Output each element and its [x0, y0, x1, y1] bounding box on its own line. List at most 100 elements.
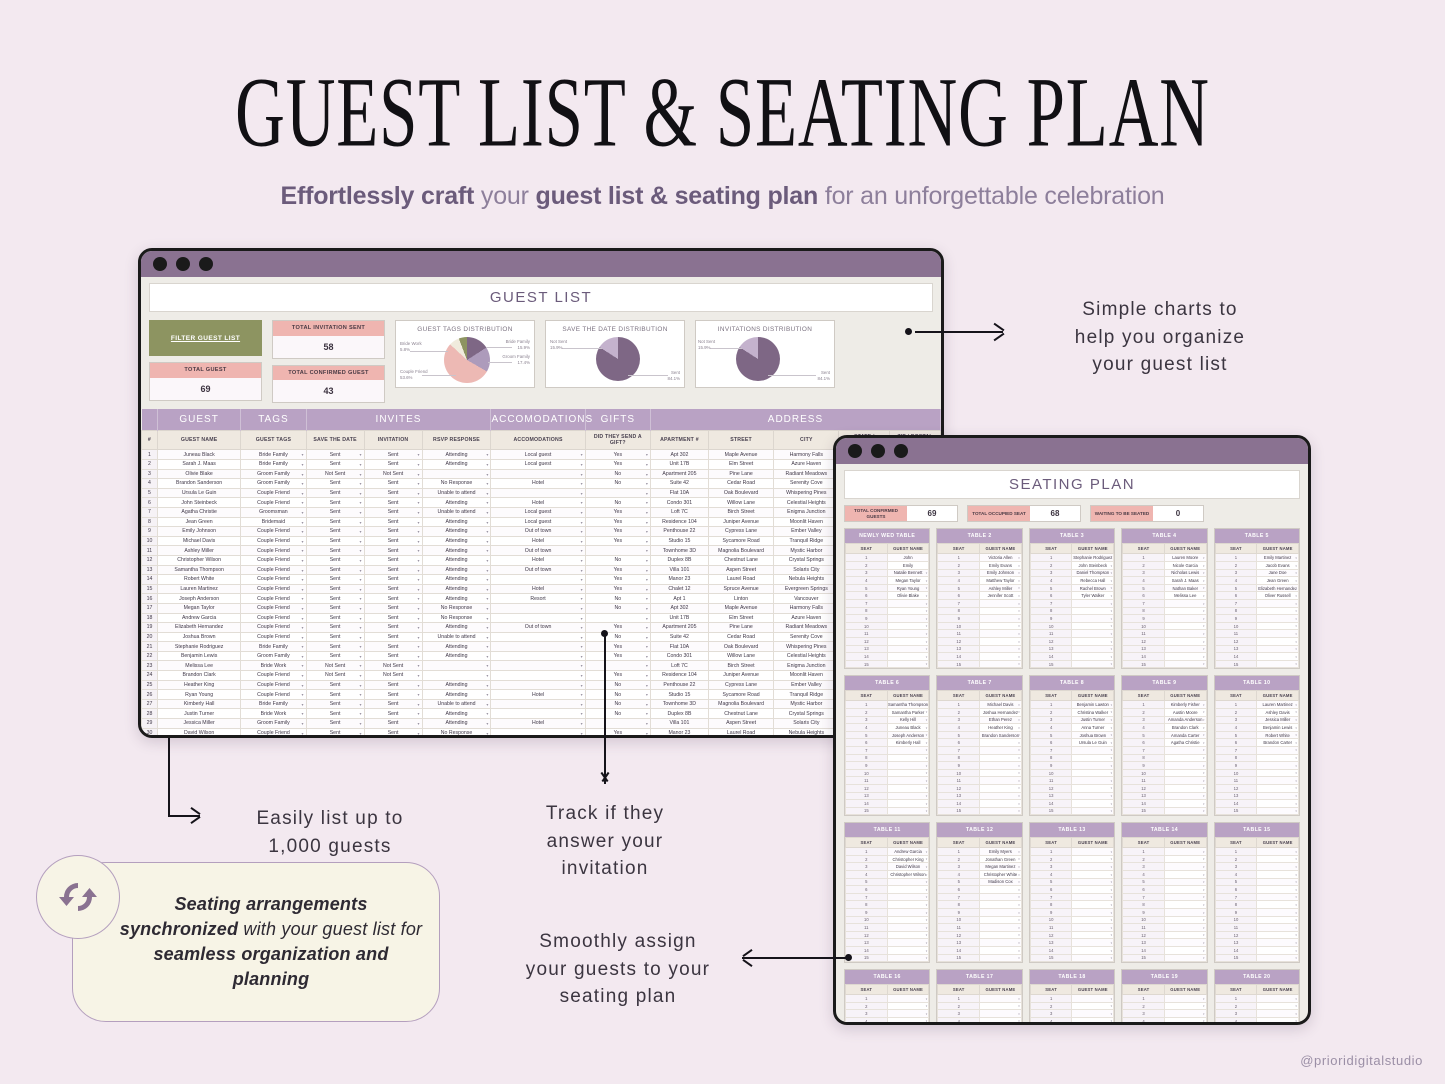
- table-cell[interactable]: Maple Avenue: [708, 603, 773, 613]
- seat-row[interactable]: 10▾: [938, 916, 1021, 924]
- seat-row[interactable]: 4▾: [846, 1017, 929, 1025]
- table-cell[interactable]: Yes▾: [585, 460, 650, 470]
- table-cell[interactable]: Penthouse 22: [650, 680, 708, 690]
- seat-row[interactable]: 1▾: [1215, 848, 1298, 856]
- seat-guest-cell[interactable]: ▾: [1072, 901, 1114, 909]
- chevron-down-icon[interactable]: ▾: [1111, 956, 1113, 960]
- seat-guest-cell[interactable]: ▾: [1072, 754, 1114, 762]
- maximize-icon[interactable]: [894, 444, 908, 458]
- chevron-down-icon[interactable]: ▾: [1018, 594, 1020, 598]
- seat-guest-cell[interactable]: Jessica Miller▾: [1257, 716, 1299, 724]
- chevron-down-icon[interactable]: ▾: [1111, 640, 1113, 644]
- chevron-down-icon[interactable]: ▾: [1111, 865, 1113, 869]
- seat-row[interactable]: 4Matthew Taylor▾: [938, 577, 1021, 585]
- seat-guest-cell[interactable]: ▾: [980, 653, 1022, 661]
- seat-row[interactable]: 1Victoria Allen▾: [938, 554, 1021, 562]
- row-number-cell[interactable]: 14: [142, 575, 158, 585]
- chevron-down-icon[interactable]: ▾: [1111, 933, 1113, 937]
- chevron-down-icon[interactable]: ▾: [1018, 865, 1020, 869]
- seat-guest-cell[interactable]: ▾: [1164, 784, 1206, 792]
- chevron-down-icon[interactable]: ▾: [1295, 997, 1297, 1001]
- seat-guest-cell[interactable]: Sarah J. Maas▾: [1164, 577, 1206, 585]
- chevron-down-icon[interactable]: ▾: [646, 635, 648, 640]
- chevron-down-icon[interactable]: ▾: [1018, 1019, 1020, 1023]
- seat-guest-cell[interactable]: Samantha Thompson▾: [887, 701, 929, 709]
- seat-row[interactable]: 1▾: [938, 995, 1021, 1003]
- seat-guest-cell[interactable]: ▾: [887, 924, 929, 932]
- chevron-down-icon[interactable]: ▾: [486, 452, 488, 457]
- chevron-down-icon[interactable]: ▾: [1018, 771, 1020, 775]
- seat-guest-cell[interactable]: ▾: [1072, 660, 1114, 668]
- chevron-down-icon[interactable]: ▾: [1203, 771, 1205, 775]
- chevron-down-icon[interactable]: ▾: [926, 1012, 928, 1016]
- seat-guest-cell[interactable]: ▾: [1257, 893, 1299, 901]
- chevron-down-icon[interactable]: ▾: [1111, 786, 1113, 790]
- seat-row[interactable]: 14▾: [846, 947, 929, 955]
- chevron-down-icon[interactable]: ▾: [360, 625, 362, 630]
- table-cell[interactable]: Sent▾: [364, 479, 422, 489]
- seat-row[interactable]: 2Jonathan Green▾: [938, 855, 1021, 863]
- seat-guest-cell[interactable]: ▾: [887, 769, 929, 777]
- chevron-down-icon[interactable]: ▾: [418, 711, 420, 716]
- chevron-down-icon[interactable]: ▾: [360, 472, 362, 477]
- table-cell[interactable]: Studio 15: [650, 690, 708, 700]
- chevron-down-icon[interactable]: ▾: [418, 481, 420, 486]
- seat-row[interactable]: 2Austin Moore▾: [1123, 708, 1206, 716]
- table-cell[interactable]: Couple Friend▾: [241, 565, 306, 575]
- table-cell[interactable]: Attending▾: [422, 680, 491, 690]
- chevron-down-icon[interactable]: ▾: [926, 771, 928, 775]
- seat-guest-cell[interactable]: ▾: [1164, 607, 1206, 615]
- seat-guest-cell[interactable]: Kimberly Fisher▾: [1164, 701, 1206, 709]
- table-cell[interactable]: Sent▾: [306, 536, 364, 546]
- seat-row[interactable]: 8▾: [1215, 901, 1298, 909]
- seat-row[interactable]: 1Emily Myers▾: [938, 848, 1021, 856]
- seat-guest-cell[interactable]: ▾: [1164, 615, 1206, 623]
- table-cell[interactable]: Sent▾: [364, 642, 422, 652]
- chevron-down-icon[interactable]: ▾: [1111, 794, 1113, 798]
- seat-guest-cell[interactable]: ▾: [887, 901, 929, 909]
- seat-row[interactable]: 6Olivie Blake▾: [846, 592, 929, 600]
- seat-guest-cell[interactable]: Austin Moore▾: [1164, 708, 1206, 716]
- chevron-down-icon[interactable]: ▾: [1018, 564, 1020, 568]
- seat-guest-cell[interactable]: Ursula Le Guin▾: [1072, 739, 1114, 747]
- maximize-icon[interactable]: [199, 257, 213, 271]
- chevron-down-icon[interactable]: ▾: [926, 850, 928, 854]
- seat-guest-cell[interactable]: ▾: [980, 622, 1022, 630]
- table-cell[interactable]: Sent▾: [364, 565, 422, 575]
- seat-guest-cell[interactable]: ▾: [1072, 886, 1114, 894]
- chevron-down-icon[interactable]: ▾: [486, 663, 488, 668]
- seat-row[interactable]: 11▾: [1123, 777, 1206, 785]
- seat-guest-cell[interactable]: ▾: [887, 1010, 929, 1018]
- chevron-down-icon[interactable]: ▾: [581, 529, 583, 534]
- chevron-down-icon[interactable]: ▾: [360, 587, 362, 592]
- chevron-down-icon[interactable]: ▾: [302, 731, 304, 736]
- seat-guest-cell[interactable]: ▾: [887, 638, 929, 646]
- seat-row[interactable]: 9▾: [1030, 909, 1113, 917]
- table-cell[interactable]: Yes▾: [585, 527, 650, 537]
- table-cell[interactable]: Attending▾: [422, 460, 491, 470]
- seat-guest-cell[interactable]: ▾: [1072, 762, 1114, 770]
- table-cell[interactable]: Hotel▾: [491, 555, 585, 565]
- table-cell[interactable]: John Steinbeck: [157, 498, 240, 508]
- table-cell[interactable]: Attending▾: [422, 584, 491, 594]
- chevron-down-icon[interactable]: ▾: [646, 491, 648, 496]
- chevron-down-icon[interactable]: ▾: [1295, 771, 1297, 775]
- seat-row[interactable]: 15▾: [938, 954, 1021, 962]
- seat-guest-cell[interactable]: ▾: [1257, 792, 1299, 800]
- seat-row[interactable]: 11▾: [846, 777, 929, 785]
- seat-row[interactable]: 10▾: [938, 769, 1021, 777]
- seat-row[interactable]: 13▾: [1030, 792, 1113, 800]
- table-cell[interactable]: Juniper Avenue: [708, 671, 773, 681]
- seat-guest-cell[interactable]: Heather King▾: [980, 724, 1022, 732]
- chevron-down-icon[interactable]: ▾: [1203, 710, 1205, 714]
- seat-row[interactable]: 6Oliver Russell▾: [1215, 592, 1298, 600]
- seat-guest-cell[interactable]: ▾: [980, 954, 1022, 962]
- table-cell[interactable]: Attending▾: [422, 623, 491, 633]
- table-cell[interactable]: Kimberly Hall: [157, 699, 240, 709]
- table-cell[interactable]: No Response▾: [422, 728, 491, 738]
- chevron-down-icon[interactable]: ▾: [1295, 786, 1297, 790]
- chevron-down-icon[interactable]: ▾: [1111, 662, 1113, 666]
- chevron-down-icon[interactable]: ▾: [1111, 764, 1113, 768]
- seat-row[interactable]: 2▾: [1030, 1002, 1113, 1010]
- chevron-down-icon[interactable]: ▾: [926, 756, 928, 760]
